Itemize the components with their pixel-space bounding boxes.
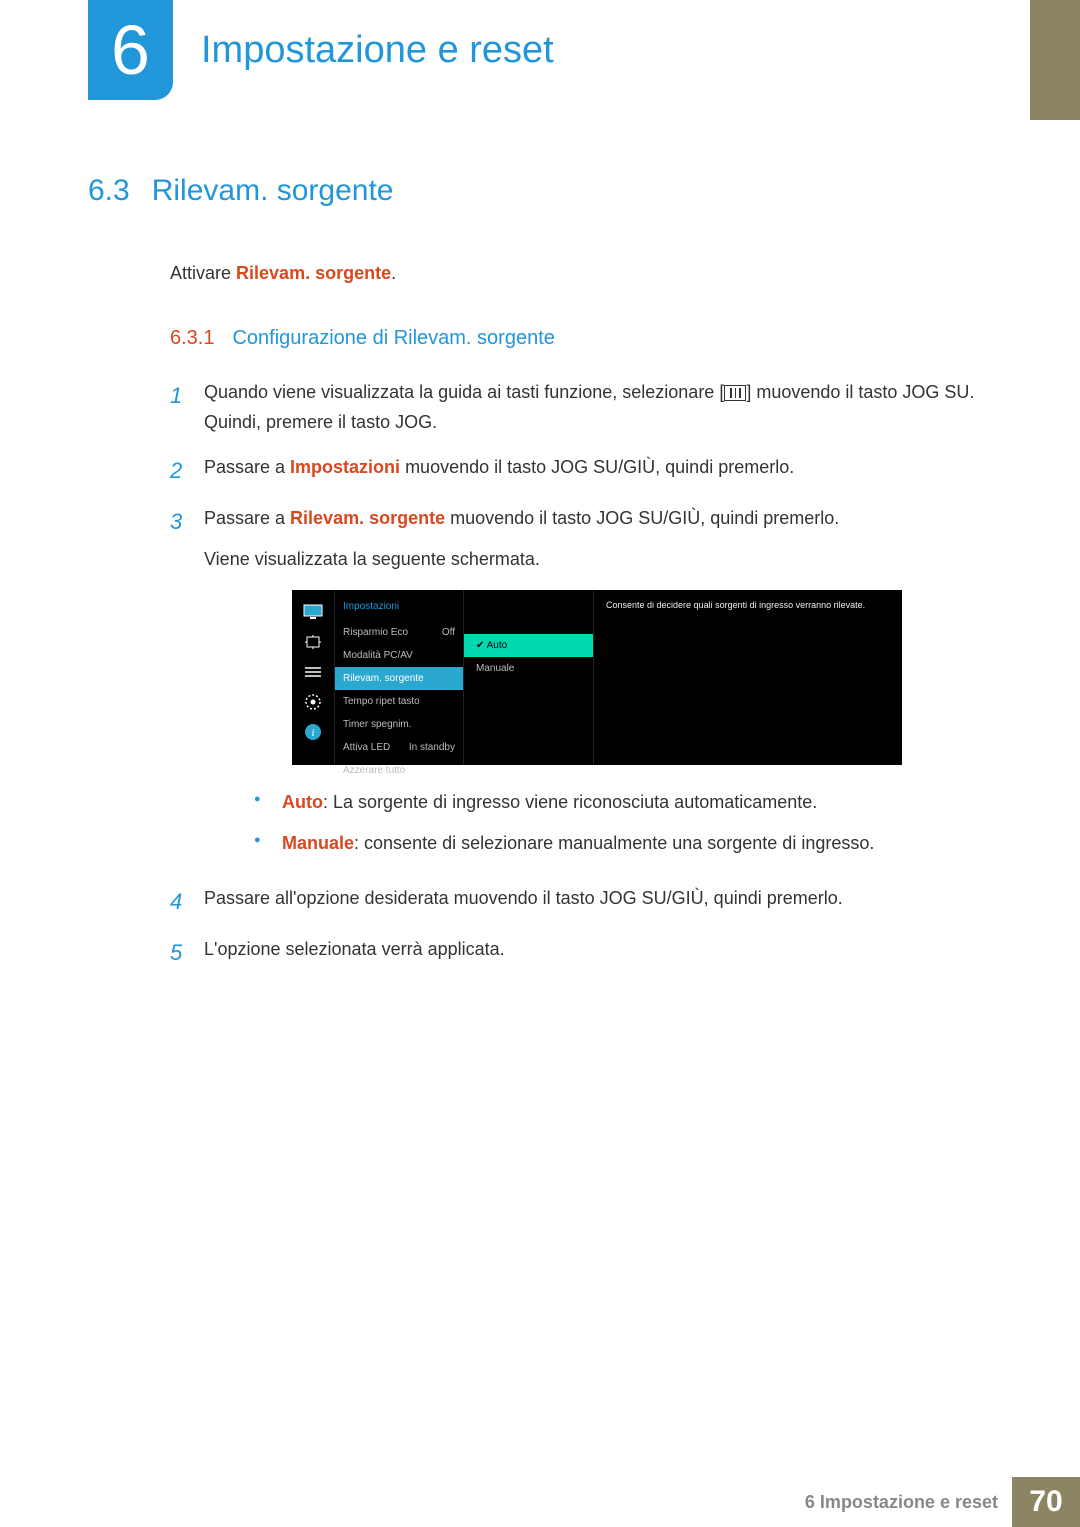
footer: 6 Impostazione e reset 70 bbox=[805, 1477, 1080, 1527]
step-2: 2 Passare a Impostazioni muovendo il tas… bbox=[170, 452, 990, 489]
step-text-a: Passare a bbox=[204, 508, 290, 528]
osd-menu: Impostazioni Risparmio EcoOff Modalità P… bbox=[334, 590, 464, 765]
intro-post: . bbox=[391, 263, 396, 283]
bullet-dot: ● bbox=[254, 828, 282, 859]
step-number: 4 bbox=[170, 883, 204, 920]
section-number: 6.3 bbox=[88, 165, 130, 216]
list-icon bbox=[301, 662, 325, 682]
step-body: Passare a Impostazioni muovendo il tasto… bbox=[204, 452, 990, 489]
chapter-number-tab: 6 bbox=[88, 0, 173, 100]
bullet-dot: ● bbox=[254, 787, 282, 818]
osd-screenshot: i Impostazioni Risparmio EcoOff Modalità… bbox=[292, 590, 902, 765]
step-4: 4 Passare all'opzione desiderata muovend… bbox=[170, 883, 990, 920]
gear-icon bbox=[301, 692, 325, 712]
osd-menu-header: Impostazioni bbox=[335, 596, 463, 621]
step-3: 3 Passare a Rilevam. sorgente muovendo i… bbox=[170, 503, 990, 868]
options-bullets: ● Auto: La sorgente di ingresso viene ri… bbox=[254, 787, 990, 858]
info-icon: i bbox=[301, 722, 325, 742]
bullet-text: Manuale: consente di selezionare manualm… bbox=[282, 828, 874, 859]
osd-row-off-timer: Timer spegnim. bbox=[335, 713, 463, 736]
bullet-manual: ● Manuale: consente di selezionare manua… bbox=[254, 828, 990, 859]
osd-sidebar: i bbox=[292, 590, 334, 765]
step-number: 3 bbox=[170, 503, 204, 868]
step-number: 1 bbox=[170, 377, 204, 438]
step-number: 5 bbox=[170, 934, 204, 971]
step-body: Quando viene visualizzata la guida ai ta… bbox=[204, 377, 990, 438]
step-text-a: Passare a bbox=[204, 457, 290, 477]
osd-row-led: Attiva LEDIn standby bbox=[335, 736, 463, 759]
intro-pre: Attivare bbox=[170, 263, 236, 283]
osd-row-eco: Risparmio EcoOff bbox=[335, 621, 463, 644]
step-em: Impostazioni bbox=[290, 457, 400, 477]
footer-chapter: 6 Impostazione e reset bbox=[805, 1492, 998, 1513]
osd-help-text: Consente di decidere quali sorgenti di i… bbox=[594, 590, 902, 765]
footer-page-number: 70 bbox=[1012, 1477, 1080, 1527]
subsection-title: Configurazione di Rilevam. sorgente bbox=[232, 321, 554, 355]
step-1: 1 Quando viene visualizzata la guida ai … bbox=[170, 377, 990, 438]
chapter-number: 6 bbox=[111, 10, 150, 90]
osd-option-manual: Manuale bbox=[464, 657, 593, 680]
intro-text: Attivare Rilevam. sorgente. bbox=[170, 258, 990, 289]
step-body: Passare a Rilevam. sorgente muovendo il … bbox=[204, 503, 990, 868]
step-em: Rilevam. sorgente bbox=[290, 508, 445, 528]
bullet-auto: ● Auto: La sorgente di ingresso viene ri… bbox=[254, 787, 990, 818]
step-number: 2 bbox=[170, 452, 204, 489]
chapter-title: Impostazione e reset bbox=[201, 29, 554, 72]
section-heading: 6.3 Rilevam. sorgente bbox=[88, 165, 990, 216]
osd-row-reset-all: Azzerare tutto bbox=[335, 759, 463, 782]
side-stripe bbox=[1030, 0, 1080, 120]
section-title: Rilevam. sorgente bbox=[152, 165, 394, 216]
step-5: 5 L'opzione selezionata verrà applicata. bbox=[170, 934, 990, 971]
step-text-b: muovendo il tasto JOG SU/GIÙ, quindi pre… bbox=[445, 508, 839, 528]
monitor-icon bbox=[301, 602, 325, 622]
step-text-b: muovendo il tasto JOG SU/GIÙ, quindi pre… bbox=[400, 457, 794, 477]
step-text-c: Viene visualizzata la seguente schermata… bbox=[204, 544, 990, 575]
osd-option-auto: ✔ Auto bbox=[464, 634, 593, 657]
step-body: Passare all'opzione desiderata muovendo … bbox=[204, 883, 990, 920]
osd-row-pcav: Modalità PC/AV bbox=[335, 644, 463, 667]
osd-options: ✔ Auto Manuale bbox=[464, 590, 594, 765]
menu-icon bbox=[724, 385, 746, 401]
svg-text:i: i bbox=[311, 727, 314, 739]
step-body: L'opzione selezionata verrà applicata. bbox=[204, 934, 990, 971]
subsection-heading: 6.3.1 Configurazione di Rilevam. sorgent… bbox=[170, 321, 990, 355]
bullet-text: Auto: La sorgente di ingresso viene rico… bbox=[282, 787, 817, 818]
osd-row-source-detect: Rilevam. sorgente bbox=[335, 667, 463, 690]
osd-row-key-repeat: Tempo ripet tasto bbox=[335, 690, 463, 713]
content: 6.3 Rilevam. sorgente Attivare Rilevam. … bbox=[88, 165, 990, 971]
step-text-a: Quando viene visualizzata la guida ai ta… bbox=[204, 382, 724, 402]
chapter-header: 6 Impostazione e reset bbox=[0, 0, 1080, 100]
steps-list: 1 Quando viene visualizzata la guida ai … bbox=[170, 377, 990, 972]
intro-em: Rilevam. sorgente bbox=[236, 263, 391, 283]
resize-icon bbox=[301, 632, 325, 652]
subsection-number: 6.3.1 bbox=[170, 321, 214, 355]
